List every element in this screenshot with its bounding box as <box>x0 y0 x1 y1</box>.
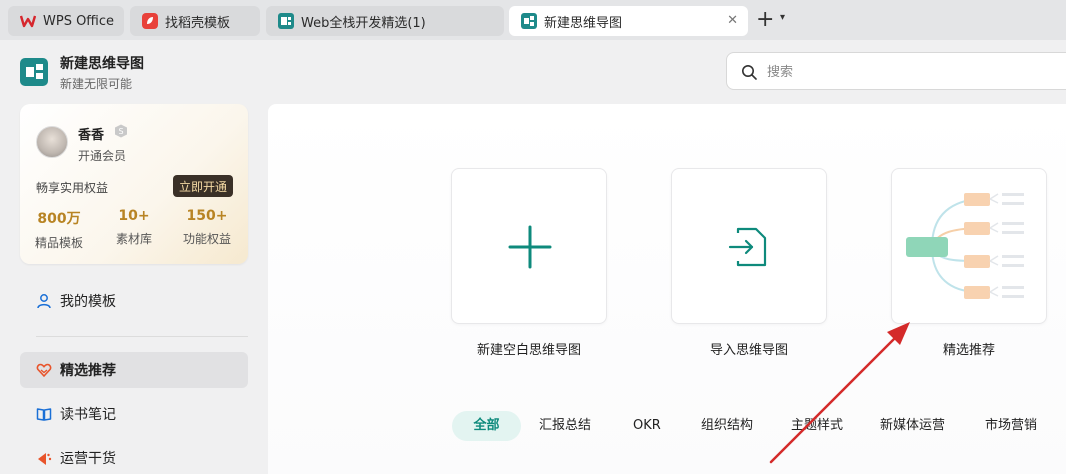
import-mindmap-card[interactable] <box>671 168 827 324</box>
stat-materials[interactable]: 10+ 素材库 <box>99 208 169 247</box>
plus-icon <box>508 225 552 269</box>
member-status[interactable]: 开通会员 <box>78 147 126 164</box>
category-tab-new-media[interactable]: 新媒体运营 <box>868 411 957 441</box>
stat-label: 功能权益 <box>182 232 231 246</box>
tab-label: Web全栈开发精选(1) <box>301 15 426 31</box>
member-badge-icon: S <box>115 124 127 138</box>
sidebar-item-label: 我的模板 <box>60 294 116 310</box>
category-tab-all[interactable]: 全部 <box>452 411 521 441</box>
category-tab-okr[interactable]: OKR <box>621 411 673 441</box>
tab-bar: WPS Office 找稻壳模板 Web全栈开发精选(1) 新建思维导图 ✕ +… <box>0 0 1066 40</box>
app-logo-icon <box>20 58 48 86</box>
close-icon[interactable]: ✕ <box>727 13 738 28</box>
sidebar-item-label: 运营干货 <box>60 451 116 467</box>
card-label: 精选推荐 <box>942 343 995 358</box>
stat-label: 精品模板 <box>34 236 83 250</box>
app-title: 新建思维导图 <box>60 56 144 72</box>
category-tab-theme-style[interactable]: 主题样式 <box>779 411 855 441</box>
featured-recommend-card[interactable] <box>891 168 1047 324</box>
app-subtitle: 新建无限可能 <box>60 77 133 91</box>
new-tab-plus-icon[interactable]: + <box>756 8 774 32</box>
sidebar-item-label: 精选推荐 <box>60 363 116 379</box>
stat-value: 10+ <box>118 208 150 224</box>
import-file-icon <box>728 227 767 267</box>
sidebar-item-my-templates[interactable]: 我的模板 <box>20 283 248 319</box>
sidebar-item-featured[interactable]: 精选推荐 <box>20 352 248 388</box>
megaphone-icon <box>38 453 52 465</box>
chevron-down-icon[interactable]: ▾ <box>780 12 785 23</box>
tab-wps-office[interactable]: WPS Office <box>8 6 124 36</box>
member-card: 香香 S 开通会员 畅享实用权益 立即开通 800万 精品模板 10+ 素材库 … <box>20 104 248 264</box>
card-label: 新建空白思维导图 <box>476 343 581 358</box>
mindmap-icon <box>521 13 537 29</box>
sidebar-divider <box>36 336 248 337</box>
new-blank-mindmap-card[interactable] <box>451 168 607 324</box>
tab-label: 找稻壳模板 <box>165 15 231 31</box>
search-box[interactable] <box>726 52 1066 90</box>
book-icon <box>36 408 52 421</box>
search-icon <box>742 65 757 80</box>
activate-membership-button[interactable]: 立即开通 <box>173 175 233 197</box>
benefits-text: 畅享实用权益 <box>36 181 109 195</box>
sidebar-item-reading-notes[interactable]: 读书笔记 <box>20 396 248 432</box>
username: 香香 <box>78 128 105 143</box>
category-tab-marketing[interactable]: 市场营销 <box>973 411 1049 441</box>
avatar[interactable] <box>36 126 68 158</box>
document-icon <box>278 13 294 29</box>
user-icon <box>37 294 51 309</box>
sidebar-item-label: 读书笔记 <box>60 407 116 423</box>
svg-text:S: S <box>118 127 123 136</box>
tab-new-mindmap[interactable]: 新建思维导图 ✕ <box>509 6 748 36</box>
search-input[interactable] <box>767 62 1047 82</box>
mindmap-preview <box>906 193 1024 299</box>
sidebar-item-operations[interactable]: 运营干货 <box>20 440 248 474</box>
tab-label: 新建思维导图 <box>544 15 623 31</box>
stat-label: 素材库 <box>115 232 152 246</box>
docer-icon <box>142 13 158 29</box>
stat-value: 800万 <box>37 211 81 227</box>
tab-web-fullstack[interactable]: Web全栈开发精选(1) <box>266 6 504 36</box>
tab-docer[interactable]: 找稻壳模板 <box>130 6 260 36</box>
stat-templates[interactable]: 800万 精品模板 <box>24 208 94 251</box>
category-tab-org-structure[interactable]: 组织结构 <box>689 411 765 441</box>
stat-features[interactable]: 150+ 功能权益 <box>172 208 242 247</box>
tab-label: WPS Office <box>43 13 115 29</box>
card-label: 导入思维导图 <box>709 343 788 358</box>
wps-logo-icon <box>20 15 36 28</box>
category-tab-report[interactable]: 汇报总结 <box>527 411 603 441</box>
stat-value: 150+ <box>186 208 228 224</box>
heart-icon <box>36 363 52 378</box>
